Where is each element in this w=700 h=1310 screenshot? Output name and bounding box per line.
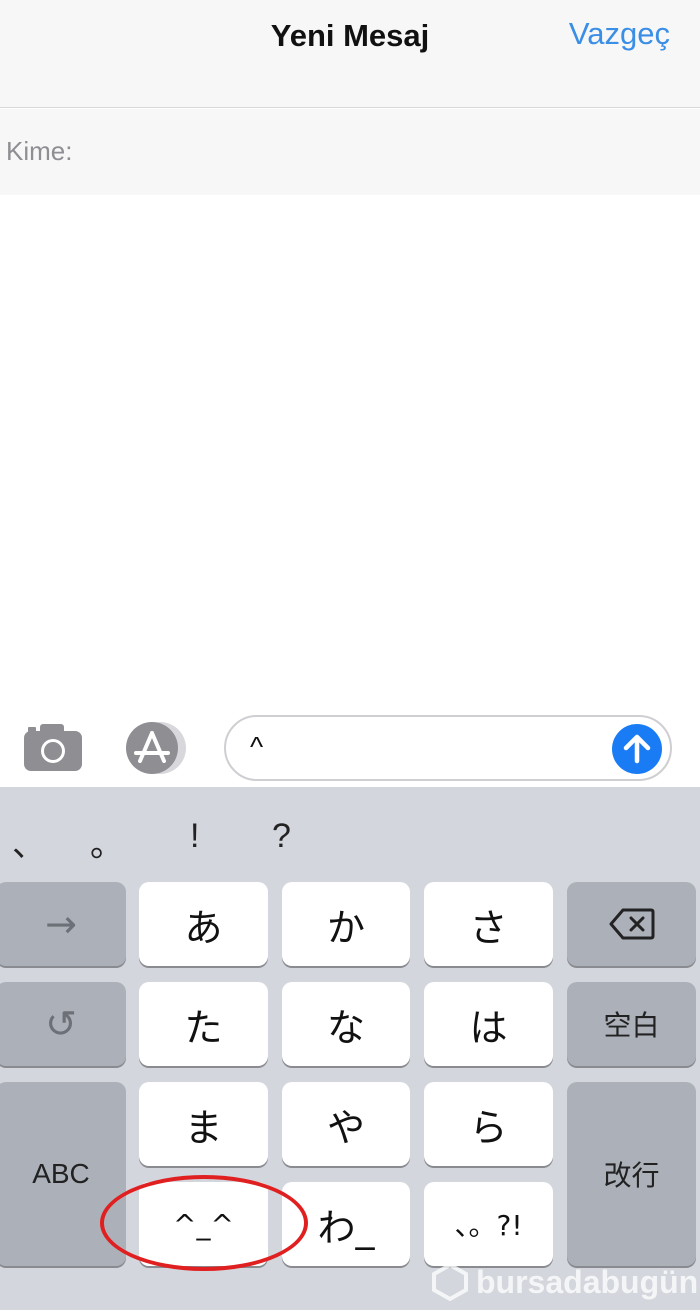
key-ma[interactable]: ま	[139, 1082, 268, 1166]
key-na-label: な	[326, 1005, 365, 1050]
app-store-icon[interactable]	[122, 721, 192, 775]
key-ya-label: や	[326, 1105, 365, 1150]
key-a-label: あ	[184, 905, 223, 950]
arrow-right-icon: →	[45, 902, 77, 946]
key-ka[interactable]: か	[282, 882, 410, 966]
candidate-question[interactable]: ?	[272, 817, 291, 856]
abc-label: ABC	[32, 1158, 90, 1189]
camera-icon[interactable]	[22, 719, 84, 775]
key-punctuation[interactable]: 、。?!	[424, 1182, 553, 1266]
send-button[interactable]	[612, 724, 662, 774]
key-emoticon-label: ^_^	[173, 1207, 234, 1241]
nav-bar: Yeni Mesaj Vazgeç	[0, 0, 700, 108]
message-thread-area	[0, 195, 700, 705]
watermark-text: bursadabugün	[476, 1263, 699, 1300]
abc-button[interactable]: ABC	[0, 1082, 126, 1266]
message-input-text: ^	[250, 731, 264, 762]
recipient-label: Kime:	[6, 136, 73, 166]
watermark-logo-icon	[432, 1262, 468, 1302]
key-ma-label: ま	[184, 1105, 223, 1150]
key-punctuation-label: 、。?!	[454, 1209, 523, 1242]
watermark: bursadabugün	[430, 1258, 700, 1306]
key-ta[interactable]: た	[139, 982, 268, 1066]
key-ka-label: か	[326, 905, 365, 950]
arrow-up-icon	[623, 734, 651, 764]
key-ha-label: は	[469, 1005, 508, 1050]
key-wa-label: わ_	[317, 1205, 375, 1250]
key-ha[interactable]: は	[424, 982, 553, 1066]
key-emoticon[interactable]: ^_^	[139, 1182, 268, 1266]
message-input[interactable]: ^	[224, 715, 672, 781]
key-a[interactable]: あ	[139, 882, 268, 966]
space-button[interactable]: 空白	[567, 982, 696, 1066]
candidate-exclamation[interactable]: !	[190, 817, 199, 856]
backspace-icon	[609, 908, 654, 940]
undo-icon: ↺	[45, 1002, 77, 1046]
key-na[interactable]: な	[282, 982, 410, 1066]
candidate-comma[interactable]: 、	[12, 817, 46, 866]
key-wa[interactable]: わ_	[282, 1182, 410, 1266]
key-next[interactable]: →	[0, 882, 126, 966]
key-sa[interactable]: さ	[424, 882, 553, 966]
candidate-period[interactable]: 。	[90, 817, 124, 866]
recipient-row: Kime:	[0, 109, 700, 195]
space-label: 空白	[603, 1009, 660, 1042]
key-ya[interactable]: や	[282, 1082, 410, 1166]
backspace-button[interactable]	[567, 882, 696, 966]
key-sa-label: さ	[469, 905, 508, 950]
key-ra[interactable]: ら	[424, 1082, 553, 1166]
enter-button[interactable]: 改行	[567, 1082, 696, 1266]
cancel-button[interactable]: Vazgeç	[569, 16, 670, 52]
input-toolbar: ^	[0, 705, 700, 787]
key-ta-label: た	[184, 1005, 223, 1050]
recipient-input[interactable]	[90, 127, 680, 177]
key-ra-label: ら	[469, 1105, 508, 1150]
enter-label: 改行	[603, 1159, 660, 1192]
key-undo[interactable]: ↺	[0, 982, 126, 1066]
